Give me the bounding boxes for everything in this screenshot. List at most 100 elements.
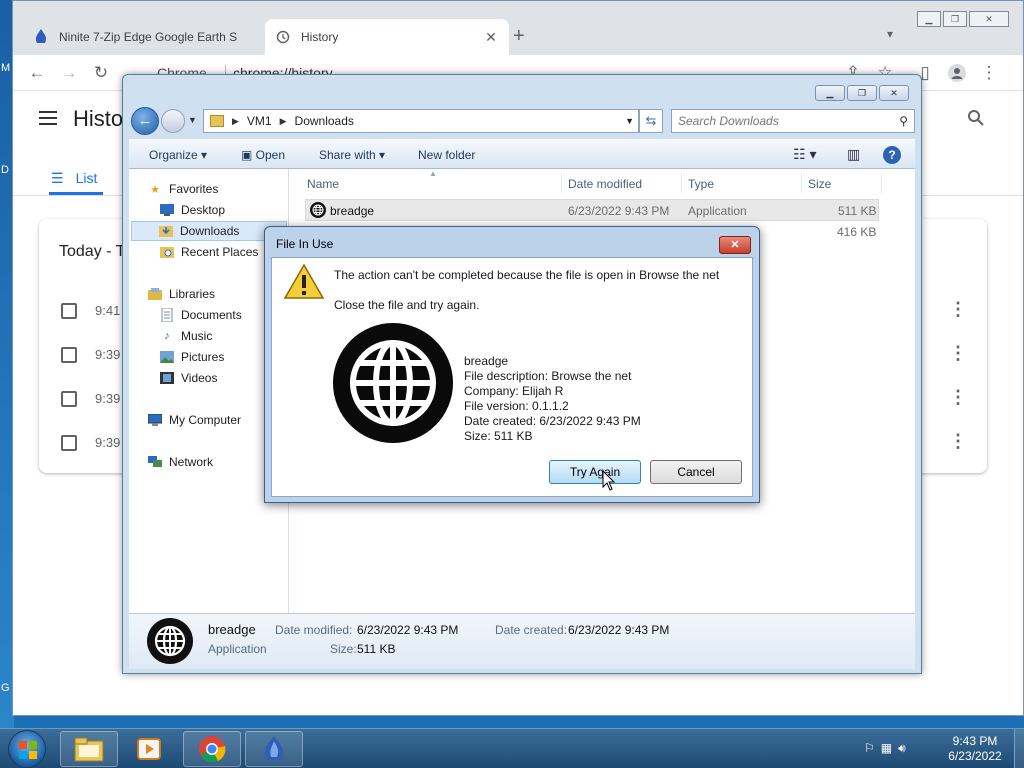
taskbar-clock[interactable]: 9:43 PM 6/23/2022 [940, 734, 1010, 764]
action-center-icon[interactable]: ⚐ [864, 741, 875, 756]
close-icon[interactable]: ✕ [483, 29, 499, 46]
network-tray-icon[interactable]: ▦ [881, 741, 892, 756]
refresh-icon[interactable]: ⇆ [639, 109, 663, 133]
preview-pane-icon[interactable]: ▥ [847, 146, 860, 163]
dialog-body: The action can't be completed because th… [271, 257, 753, 497]
folder-icon [210, 115, 224, 127]
taskbar-explorer[interactable] [60, 731, 118, 767]
details-date-created-label: Date created: [495, 623, 568, 637]
chevron-down-icon[interactable]: ▼ [625, 116, 634, 126]
chevron-down-icon[interactable]: ▾ [887, 27, 893, 41]
tab-title: Ninite 7-Zip Edge Google Earth S [59, 30, 238, 44]
nav-recent-places[interactable]: Recent Places [159, 242, 258, 262]
breadcrumb-chevron-icon[interactable]: ▶ [280, 116, 287, 127]
profile-avatar-icon[interactable] [947, 63, 967, 83]
maximize-icon[interactable]: ❐ [847, 85, 877, 101]
volume-icon[interactable]: 🔊︎ [898, 741, 906, 756]
explorer-nav-bar: ← ▼ ▶ VM1 ▶ Downloads ▼ ⇆ ⚲ [131, 107, 915, 135]
taskbar-ninite[interactable] [245, 731, 303, 767]
search-input[interactable] [678, 111, 888, 131]
forward-arrow-icon[interactable]: → [59, 63, 79, 83]
column-type[interactable]: Type [688, 177, 714, 191]
mouse-cursor-icon [602, 470, 616, 491]
nav-libraries[interactable]: Libraries [147, 284, 215, 304]
minimize-icon[interactable]: ▁ [917, 11, 941, 27]
breadcrumb-chevron-icon[interactable]: ▶ [232, 116, 239, 127]
row-checkbox[interactable] [61, 347, 77, 363]
documents-icon [159, 308, 175, 322]
page-title: Histo [73, 106, 124, 131]
help-icon[interactable]: ? [883, 146, 901, 164]
column-date-modified[interactable]: Date modified [568, 177, 642, 191]
row-checkbox[interactable] [61, 303, 77, 319]
breadcrumb-vm1[interactable]: VM1 [247, 114, 272, 128]
info-date-created: Date created: 6/23/2022 9:43 PM [464, 414, 641, 428]
desktop-icon-label: M [1, 62, 11, 74]
file-in-use-dialog: File In Use ✕ The action can't be comple… [264, 226, 760, 503]
close-icon[interactable]: ✕ [719, 236, 751, 254]
nav-my-computer[interactable]: My Computer [147, 410, 241, 430]
search-icon[interactable] [967, 109, 985, 132]
more-menu-icon[interactable]: ⋮ [979, 63, 999, 83]
file-row[interactable]: breadge 6/23/2022 9:43 PM Application 51… [305, 199, 879, 221]
search-icon[interactable]: ⚲ [899, 114, 908, 128]
close-icon[interactable]: ✕ [969, 11, 1009, 27]
reload-icon[interactable]: ↻ [91, 63, 111, 83]
column-size[interactable]: Size [808, 177, 831, 191]
nav-desktop[interactable]: Desktop [159, 200, 225, 220]
start-button[interactable] [8, 730, 46, 768]
recent-pages-dropdown-icon[interactable]: ▼ [188, 115, 197, 125]
taskbar-chrome[interactable] [183, 731, 241, 767]
computer-icon [147, 413, 163, 427]
back-arrow-icon[interactable]: ← [131, 107, 159, 135]
warning-icon [284, 264, 324, 299]
more-vert-icon[interactable]: ⋮ [949, 431, 967, 452]
more-vert-icon[interactable]: ⋮ [949, 387, 967, 408]
view-options-icon[interactable]: ☷ ▾ [793, 146, 816, 163]
nav-pictures[interactable]: Pictures [159, 347, 224, 367]
tab-ninite[interactable]: Ninite 7-Zip Edge Google Earth S [23, 19, 271, 55]
tab-history[interactable]: History ✕ [265, 19, 509, 55]
details-date-modified-label: Date modified: [275, 623, 353, 637]
tab-title: History [301, 30, 339, 44]
menu-icon[interactable] [39, 111, 57, 129]
details-size: 511 KB [357, 642, 396, 656]
details-size-label: Size: [330, 642, 357, 656]
nav-favorites[interactable]: ★ Favorites [147, 179, 218, 199]
try-again-button[interactable]: Try Again [549, 460, 641, 484]
forward-arrow-icon[interactable] [161, 109, 185, 133]
column-name[interactable]: Name [307, 177, 339, 191]
maximize-icon[interactable]: ❐ [943, 11, 967, 27]
more-vert-icon[interactable]: ⋮ [949, 343, 967, 364]
row-checkbox[interactable] [61, 435, 77, 451]
organize-button[interactable]: Organize ▾ [149, 148, 207, 162]
new-tab-icon[interactable]: + [513, 25, 525, 48]
ninite-icon [33, 29, 49, 45]
explorer-window-controls: ▁ ❐ ✕ [815, 85, 911, 101]
close-icon[interactable]: ✕ [879, 85, 909, 101]
nav-documents[interactable]: Documents [159, 305, 242, 325]
nav-videos[interactable]: Videos [159, 368, 217, 388]
downloads-folder-icon [158, 224, 174, 238]
file-type: Application [688, 204, 747, 218]
open-icon: ▣ [241, 148, 256, 162]
row-checkbox[interactable] [61, 391, 77, 407]
nav-music[interactable]: ♪ Music [159, 326, 212, 346]
taskbar-media-player[interactable] [120, 731, 178, 767]
breadcrumb-downloads[interactable]: Downloads [295, 114, 354, 128]
address-bar[interactable]: ▶ VM1 ▶ Downloads ▼ [203, 109, 639, 133]
minimize-icon[interactable]: ▁ [815, 85, 845, 101]
nav-network[interactable]: Network [147, 452, 213, 472]
more-vert-icon[interactable]: ⋮ [949, 299, 967, 320]
tab-list[interactable]: ☰ List [51, 161, 97, 195]
show-desktop-button[interactable] [1014, 729, 1024, 768]
search-downloads[interactable]: ⚲ [671, 109, 915, 133]
clock-time: 9:43 PM [952, 734, 998, 748]
new-folder-button[interactable]: New folder [418, 148, 475, 162]
info-size: Size: 511 KB [464, 429, 533, 443]
cancel-button[interactable]: Cancel [650, 460, 742, 484]
back-arrow-icon[interactable]: ← [27, 63, 47, 83]
star-icon: ★ [150, 183, 160, 196]
share-with-button[interactable]: Share with ▾ [319, 148, 385, 162]
open-button[interactable]: ▣ Open [241, 148, 285, 162]
